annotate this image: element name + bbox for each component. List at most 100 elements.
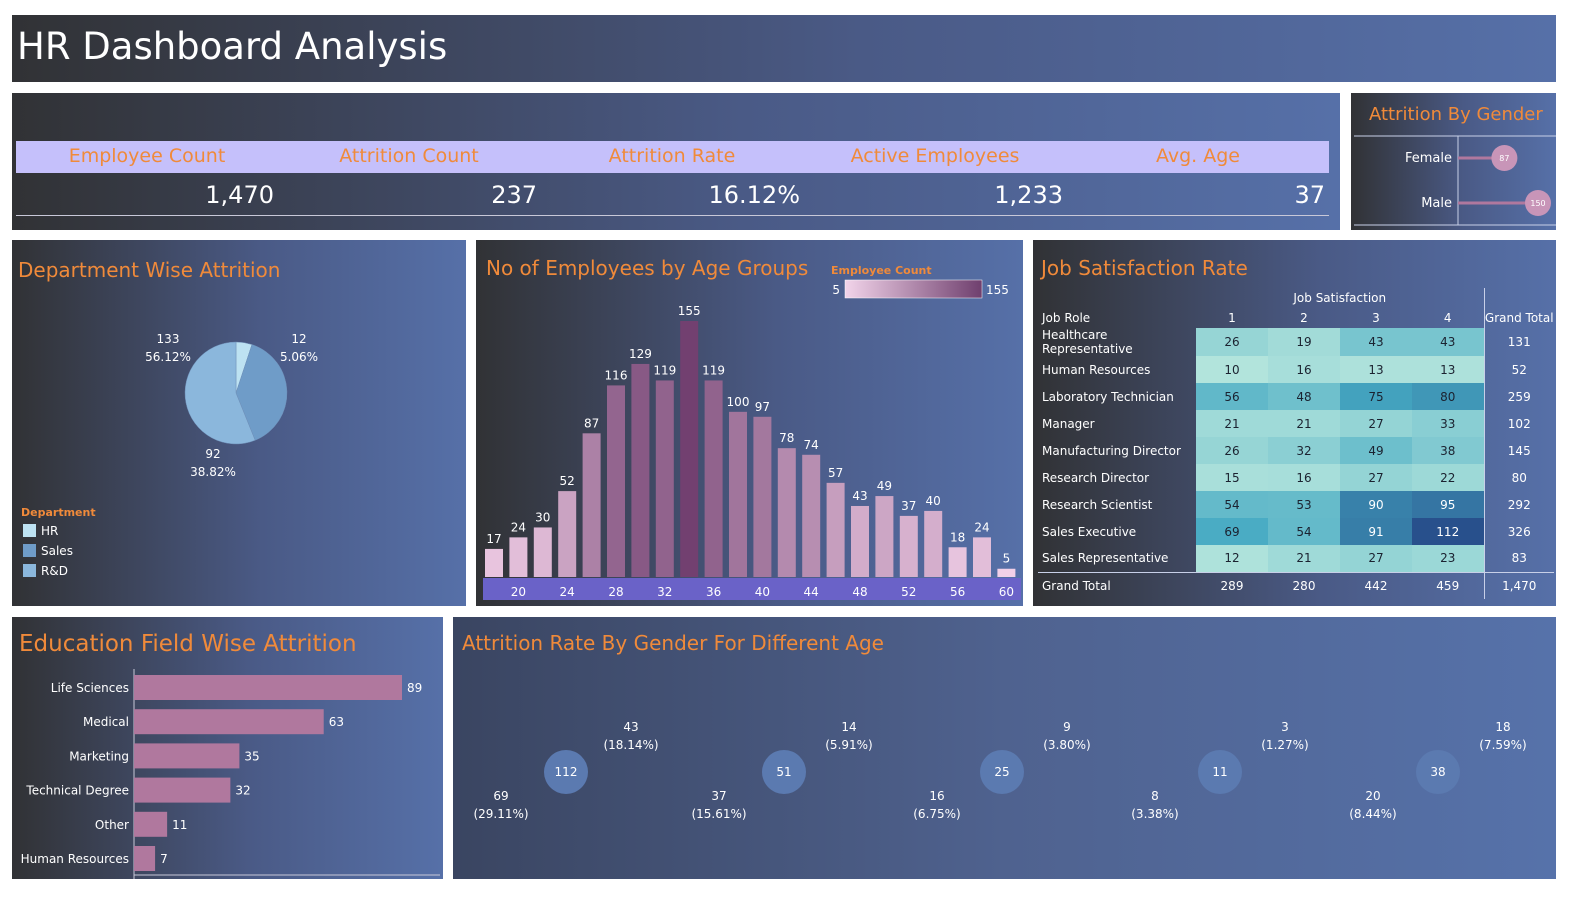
column-header-2: 2 (1300, 311, 1308, 325)
edu-value-label: 32 (235, 784, 250, 798)
gender-value-label: 150 (1530, 199, 1545, 208)
age-bar (802, 454, 821, 577)
heatmap-cell: 54 (1268, 518, 1340, 545)
job-role-label: Healthcare Representative (1042, 328, 1133, 356)
table-row: Human Resources 10 16 13 13 52 (1038, 356, 1554, 383)
legend-title: Department (21, 506, 96, 519)
heatmap-cell: 112 (1412, 518, 1484, 545)
heatmap-cell: 33 (1412, 410, 1484, 437)
pie-pct-label: 38.82% (190, 465, 236, 479)
donut-total-label: 25 (994, 765, 1009, 779)
x-tick-label: 24 (560, 585, 575, 599)
age-bar-label: 119 (702, 363, 725, 377)
job-role-label: Sales Executive (1042, 524, 1137, 539)
heatmap-cell: 43 (1340, 328, 1412, 356)
legend-label: Sales (41, 544, 73, 558)
color-legend-max: 155 (986, 283, 1009, 297)
attrition-by-gender-panel: Attrition By Gender Female 87 Male 150 (1351, 93, 1556, 230)
grand-total-label: Grand Total (1038, 571, 1196, 599)
donut-female-pct: (3.80%) (1043, 738, 1090, 752)
edu-category-label: Human Resources (21, 852, 129, 866)
x-tick-label: 20 (511, 585, 526, 599)
job-role-label: Laboratory Technician (1042, 389, 1174, 404)
donut-female-count: 3 (1281, 720, 1289, 734)
gender-value-label: 87 (1499, 154, 1509, 163)
table-row: Sales Representative 12 21 27 23 83 (1038, 545, 1554, 572)
edu-category-label: Medical (83, 715, 129, 729)
row-total: 52 (1483, 356, 1554, 383)
heatmap-cell: 27 (1340, 545, 1412, 572)
age-bar (607, 385, 625, 577)
age-bar (533, 527, 552, 577)
age-groups-panel: No of Employees by Age Groups Employee C… (476, 240, 1023, 606)
age-bar (777, 448, 796, 577)
donut-female-count: 9 (1063, 720, 1071, 734)
gender-age-donut-charts: 112 43 (18.14%) 69 (29.11%) 51 14 (5.91%) 37 (15.… (473, 720, 1526, 821)
age-bar-label: 24 (974, 520, 989, 534)
donut-female-pct: (7.59%) (1479, 738, 1526, 752)
age-bar (558, 491, 577, 577)
x-tick-label: 40 (755, 585, 770, 599)
edu-category-label: Life Sciences (51, 681, 129, 695)
job-role-label: Manager (1042, 416, 1095, 431)
age-bar-label: 37 (901, 499, 916, 513)
edu-value-label: 11 (172, 818, 187, 832)
heatmap-cell: 16 (1268, 356, 1340, 383)
table-row: Manager 21 21 27 33 102 (1038, 410, 1554, 437)
age-bar (826, 482, 845, 577)
heatmap-cell: 48 (1268, 383, 1340, 410)
edu-value-label: 89 (407, 681, 422, 695)
heatmap-cell: 15 (1196, 464, 1268, 491)
age-bar (948, 547, 967, 577)
age-bar-label: 97 (755, 400, 770, 414)
job-satisfaction-title: Job Satisfaction Rate (1041, 256, 1248, 280)
donut-total-label: 112 (555, 765, 578, 779)
legend-label: R&D (41, 564, 68, 578)
heatmap-cell: 13 (1412, 356, 1484, 383)
edu-value-label: 7 (160, 852, 168, 866)
age-bar-label: 155 (678, 304, 701, 318)
heatmap-cell: 16 (1268, 464, 1340, 491)
dashboard-title: HR Dashboard Analysis (17, 25, 448, 68)
age-bar-label: 116 (605, 368, 628, 382)
job-role-label: Research Scientist (1042, 497, 1153, 512)
job-role-label: Manufacturing Director (1042, 443, 1181, 458)
heatmap-cell: 10 (1196, 356, 1268, 383)
table-row: Research Director 15 16 27 22 80 (1038, 464, 1554, 491)
legend-label: HR (41, 524, 58, 538)
grand-total-total: 1,470 (1483, 571, 1554, 599)
kpi-value-employee-count: 1,470 (205, 181, 274, 209)
donut-female-count: 18 (1495, 720, 1510, 734)
heatmap-cell: 43 (1412, 328, 1484, 356)
heatmap-cell: 21 (1268, 545, 1340, 572)
age-bar (899, 515, 918, 577)
age-bar (851, 505, 869, 577)
donut-male-pct: (3.38%) (1131, 807, 1178, 821)
x-tick-label: 48 (852, 585, 867, 599)
age-bar-label: 17 (486, 532, 501, 546)
age-bar-label: 52 (560, 474, 575, 488)
table-row: Healthcare Representative 26 19 43 43 131 (1038, 328, 1554, 356)
x-tick-label: 52 (901, 585, 916, 599)
grand-total-header: Grand Total (1483, 308, 1554, 328)
edu-category-label: Technical Degree (25, 784, 129, 798)
job-satisfaction-table: Job Satisfaction Job Role 1 2 3 4 Grand … (1038, 288, 1554, 599)
education-field-panel: Education Field Wise Attrition Life Scie… (12, 617, 443, 879)
table-row: Sales Executive 69 54 91 112 326 (1038, 518, 1554, 545)
age-bar (753, 416, 772, 577)
kpi-value-attrition-count: 237 (491, 181, 537, 209)
age-bar (973, 537, 991, 577)
row-total: 259 (1483, 383, 1554, 410)
row-total: 145 (1483, 437, 1554, 464)
kpi-label-attrition-rate: Attrition Rate (608, 145, 736, 167)
heatmap-cell: 21 (1268, 410, 1340, 437)
age-bar-label: 87 (584, 416, 599, 430)
heatmap-cell: 26 (1196, 328, 1268, 356)
grand-total-cell: 289 (1196, 571, 1268, 599)
heatmap-cell: 32 (1268, 437, 1340, 464)
donut-female-pct: (1.27%) (1261, 738, 1308, 752)
column-header-1: 1 (1228, 311, 1236, 325)
pie-count-label: 92 (205, 447, 220, 461)
heatmap-cell: 22 (1412, 464, 1484, 491)
age-bar (875, 496, 894, 577)
